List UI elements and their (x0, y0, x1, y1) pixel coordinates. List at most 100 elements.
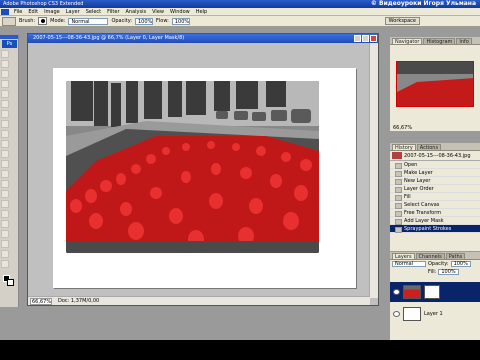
path-select-tool-icon[interactable] (1, 210, 9, 218)
layer-row[interactable]: Layer 1 (390, 304, 480, 324)
video-frame: Adobe Photoshop CS3 Extended © Видеоурок… (0, 0, 480, 360)
eyedropper-tool-icon[interactable] (1, 240, 9, 248)
layers-fill-row: Fill: 100% (390, 268, 480, 276)
history-tabs: History Actions (390, 143, 480, 151)
tab-layers[interactable]: Layers (392, 253, 415, 260)
document-window: 2007-05-15---08-36-43.jpg @ 66,7% (Layer… (27, 33, 379, 306)
toolbox-handle[interactable] (0, 35, 18, 39)
history-item[interactable]: New Layer (390, 177, 480, 185)
quick-select-tool-icon[interactable] (1, 80, 9, 88)
close-icon[interactable] (370, 35, 377, 42)
layers-panel: Layers Channels Paths Normal Opacity: 10… (390, 252, 480, 340)
history-item[interactable]: Add Layer Mask (390, 217, 480, 225)
menu-filter[interactable]: Filter (104, 8, 122, 16)
eraser-tool-icon[interactable] (1, 150, 9, 158)
layers-blend-row: Normal Opacity: 100% (390, 260, 480, 268)
history-panel: History Actions 2007-05-15---08-36-43.jp… (390, 143, 480, 251)
hand-tool-icon[interactable] (1, 250, 9, 258)
tab-actions[interactable]: Actions (416, 144, 442, 151)
flow-label: Flow: (156, 18, 169, 24)
menu-image[interactable]: Image (41, 8, 63, 16)
status-and-scroll-bar: 66,67% Doc: 1,37M/0,00 (28, 296, 370, 305)
blend-mode-select[interactable]: Normal (392, 261, 426, 267)
layer-thumbnail (403, 285, 421, 299)
tab-channels[interactable]: Channels (415, 253, 445, 260)
zoom-field[interactable]: 66,67% (30, 297, 52, 305)
app-title: Adobe Photoshop CS3 Extended (3, 1, 84, 7)
menu-window[interactable]: Window (167, 8, 193, 16)
history-item-selected[interactable]: Spraypaint Strokes (390, 225, 480, 233)
doc-info: Doc: 1,37M/0,00 (58, 298, 100, 304)
snapshot-thumbnail (392, 152, 402, 159)
mode-label: Mode: (50, 18, 66, 24)
minimize-icon[interactable] (354, 35, 361, 42)
history-item[interactable]: Select Canvas (390, 201, 480, 209)
history-snapshot[interactable]: 2007-05-15---08-36-43.jpg (390, 151, 480, 161)
crop-tool-icon[interactable] (1, 90, 9, 98)
maximize-icon[interactable] (362, 35, 369, 42)
tulip-photo[interactable] (66, 81, 319, 253)
layers-tabs: Layers Channels Paths (390, 252, 480, 260)
menu-layer[interactable]: Layer (63, 8, 83, 16)
history-item[interactable]: Free Transform (390, 209, 480, 217)
layers-fill-field[interactable]: 100% (438, 269, 459, 275)
tool-preset-picker[interactable] (2, 16, 16, 26)
mode-select[interactable]: Normal (68, 17, 109, 25)
menu-analysis[interactable]: Analysis (123, 8, 150, 16)
menu-help[interactable]: Help (193, 8, 210, 16)
clone-stamp-tool-icon[interactable] (1, 130, 9, 138)
background-color-swatch[interactable] (7, 279, 14, 286)
workspace-button[interactable]: Workspace (384, 17, 420, 25)
blur-tool-icon[interactable] (1, 170, 9, 178)
video-black-bar (0, 340, 480, 360)
opacity-field[interactable]: 100% (135, 17, 153, 25)
vertical-scrollbar[interactable] (369, 43, 378, 298)
pen-tool-icon[interactable] (1, 190, 9, 198)
layer-row-selected[interactable] (390, 282, 480, 302)
navigator-zoom[interactable]: 66,67% (393, 125, 412, 131)
menu-select[interactable]: Select (83, 8, 104, 16)
healing-tool-icon[interactable] (1, 110, 9, 118)
history-item[interactable]: Make Layer (390, 169, 480, 177)
layers-opacity-field[interactable]: 100% (450, 261, 471, 267)
slice-tool-icon[interactable] (1, 100, 9, 108)
type-tool-icon[interactable] (1, 200, 9, 208)
menu-view[interactable]: View (149, 8, 167, 16)
history-brush-tool-icon[interactable] (1, 140, 9, 148)
history-item[interactable]: Layer Order (390, 185, 480, 193)
eye-icon[interactable] (393, 289, 400, 295)
zoom-tool-icon[interactable] (1, 260, 9, 268)
navigator-thumbnail-image (397, 62, 473, 106)
layer-thumbnail (403, 307, 421, 321)
tool-grid (0, 49, 18, 269)
gradient-tool-icon[interactable] (1, 160, 9, 168)
tab-histogram[interactable]: Histogram (423, 38, 456, 45)
tab-history[interactable]: History (392, 144, 416, 151)
dodge-tool-icon[interactable] (1, 180, 9, 188)
options-bar: Brush: Mode: Normal Opacity: 100% Flow: … (0, 16, 480, 27)
opacity-label: Opacity: (111, 18, 132, 24)
menu-file[interactable]: File (11, 8, 25, 16)
shape-tool-icon[interactable] (1, 220, 9, 228)
move-tool-icon[interactable] (1, 50, 9, 58)
menu-bar: File Edit Image Layer Select Filter Anal… (0, 8, 480, 16)
canvas-area[interactable] (28, 43, 370, 298)
tab-info[interactable]: Info (456, 38, 472, 45)
lasso-tool-icon[interactable] (1, 70, 9, 78)
ps-logo-icon (1, 8, 9, 15)
eye-icon[interactable] (393, 311, 400, 317)
tab-paths[interactable]: Paths (445, 253, 466, 260)
history-item[interactable]: Open (390, 161, 480, 169)
navigator-preview[interactable] (396, 61, 474, 107)
menu-edit[interactable]: Edit (25, 8, 41, 16)
notes-tool-icon[interactable] (1, 230, 9, 238)
tab-navigator[interactable]: Navigator (392, 38, 423, 45)
layer-mask-thumbnail[interactable] (424, 285, 440, 299)
marquee-tool-icon[interactable] (1, 60, 9, 68)
document-title-bar[interactable]: 2007-05-15---08-36-43.jpg @ 66,7% (Layer… (28, 34, 378, 43)
flow-field[interactable]: 100% (171, 17, 190, 25)
brush-picker[interactable] (38, 17, 48, 25)
brush-tool-icon[interactable] (1, 120, 9, 128)
tulip-photo-image (66, 81, 319, 253)
history-item[interactable]: Fill (390, 193, 480, 201)
